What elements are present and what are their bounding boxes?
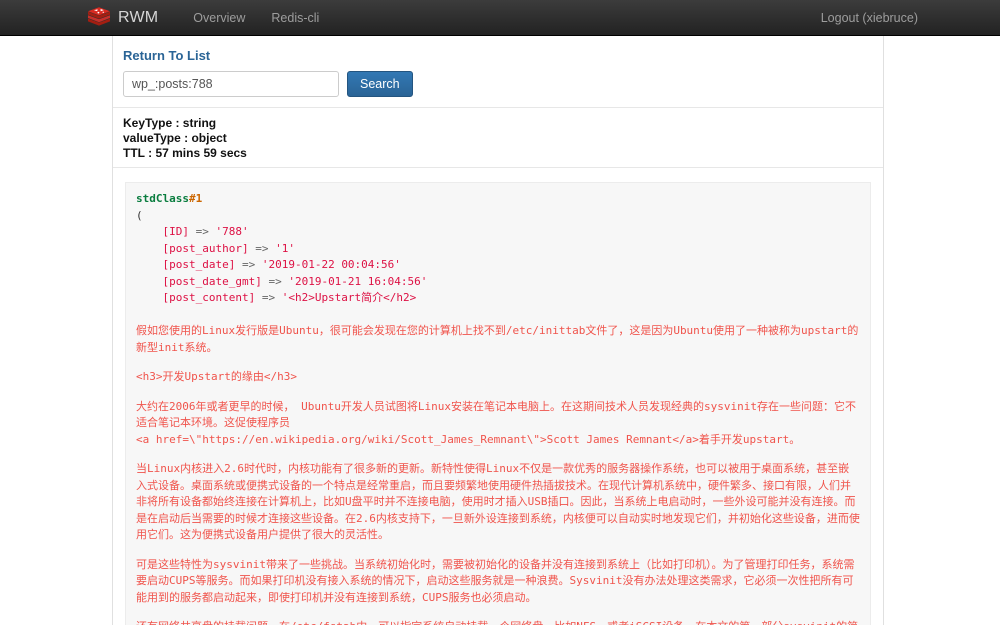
dump-field-value: '2019-01-22 00:04:56' xyxy=(261,258,401,271)
dump-field-value: '2019-01-21 16:04:56' xyxy=(288,274,428,288)
dump-field-key: [post_author] xyxy=(162,241,249,255)
search-form: Search xyxy=(113,69,883,108)
content-paragraph: 当Linux内核进入2.6时代时，内核功能有了很多新的更新。新特性使得Linux… xyxy=(136,462,860,541)
ttl-label: TTL : 57 mins 59 secs xyxy=(123,146,247,160)
dump-field-key: [post_date] xyxy=(162,258,236,271)
brand-text: RWM xyxy=(118,8,159,26)
key-metadata: KeyType : string valueType : object TTL … xyxy=(113,108,883,168)
logout-link[interactable]: Logout (xiebruce) xyxy=(821,11,918,25)
navbar: RWM Overview Redis-cli Logout (xiebruce) xyxy=(0,0,1000,36)
search-button[interactable]: Search xyxy=(347,71,413,97)
content-paragraph: 可是这些特性为sysvinit带来了一些挑战。当系统初始化时，需要被初始化的设备… xyxy=(136,557,855,604)
navbar-right: Logout (xiebruce) xyxy=(821,0,918,36)
nav-link-redis-cli[interactable]: Redis-cli xyxy=(258,0,332,36)
dump-field-value: '1' xyxy=(275,241,295,255)
return-to-list-link[interactable]: Return To List xyxy=(113,36,883,69)
dump-object-id: #1 xyxy=(188,192,203,205)
search-input[interactable] xyxy=(123,71,339,97)
dump-field-value: '788' xyxy=(215,225,249,238)
page-body: Return To List Search KeyType : string v… xyxy=(0,36,1000,625)
dump-field-key: [post_date_gmt] xyxy=(162,274,262,288)
redis-logo-icon xyxy=(86,5,112,31)
dump-field-key: [post_content] xyxy=(162,291,256,304)
content-panel: Return To List Search KeyType : string v… xyxy=(112,36,884,625)
dump-field-arrow: => xyxy=(241,258,256,271)
content-paragraph: 假如您使用的Linux发行版是Ubuntu，很可能会发现在您的计算机上找不到/e… xyxy=(136,324,859,354)
dump-open-paren: ( xyxy=(136,208,143,222)
dump-field-arrow: => xyxy=(261,291,276,304)
dump-field-key: [ID] xyxy=(162,225,189,238)
value-dump-wrapper: stdClass#1 ( [ID] => '788' [post_author]… xyxy=(113,168,883,625)
nav-links: Overview Redis-cli xyxy=(180,0,332,36)
value-type-label: valueType : object xyxy=(123,131,227,145)
content-paragraph: 还有网络共享盘的挂载问题。在/etc/fstab中，可以指定系统自动挂载一个网络… xyxy=(136,619,860,625)
post-content-html: 假如您使用的Linux发行版是Ubuntu，很可能会发现在您的计算机上找不到/e… xyxy=(136,323,860,625)
key-type-label: KeyType : string xyxy=(123,116,217,130)
dump-field-arrow: => xyxy=(195,225,209,238)
nav-link-overview[interactable]: Overview xyxy=(180,0,258,36)
value-dump: stdClass#1 ( [ID] => '788' [post_author]… xyxy=(125,182,871,625)
content-paragraph: 大约在2006年或者更早的时候， Ubuntu开发人员试图将Linux安装在笔记… xyxy=(136,399,856,446)
dump-field-arrow: => xyxy=(268,274,282,288)
content-paragraph: <h3>开发Upstart的缘由</h3> xyxy=(136,370,297,383)
dump-class-name: stdClass xyxy=(136,192,189,205)
brand-link[interactable]: RWM xyxy=(86,0,158,36)
dump-field-value: '<h2>Upstart简介</h2> xyxy=(281,291,417,304)
dump-field-arrow: => xyxy=(255,241,269,255)
